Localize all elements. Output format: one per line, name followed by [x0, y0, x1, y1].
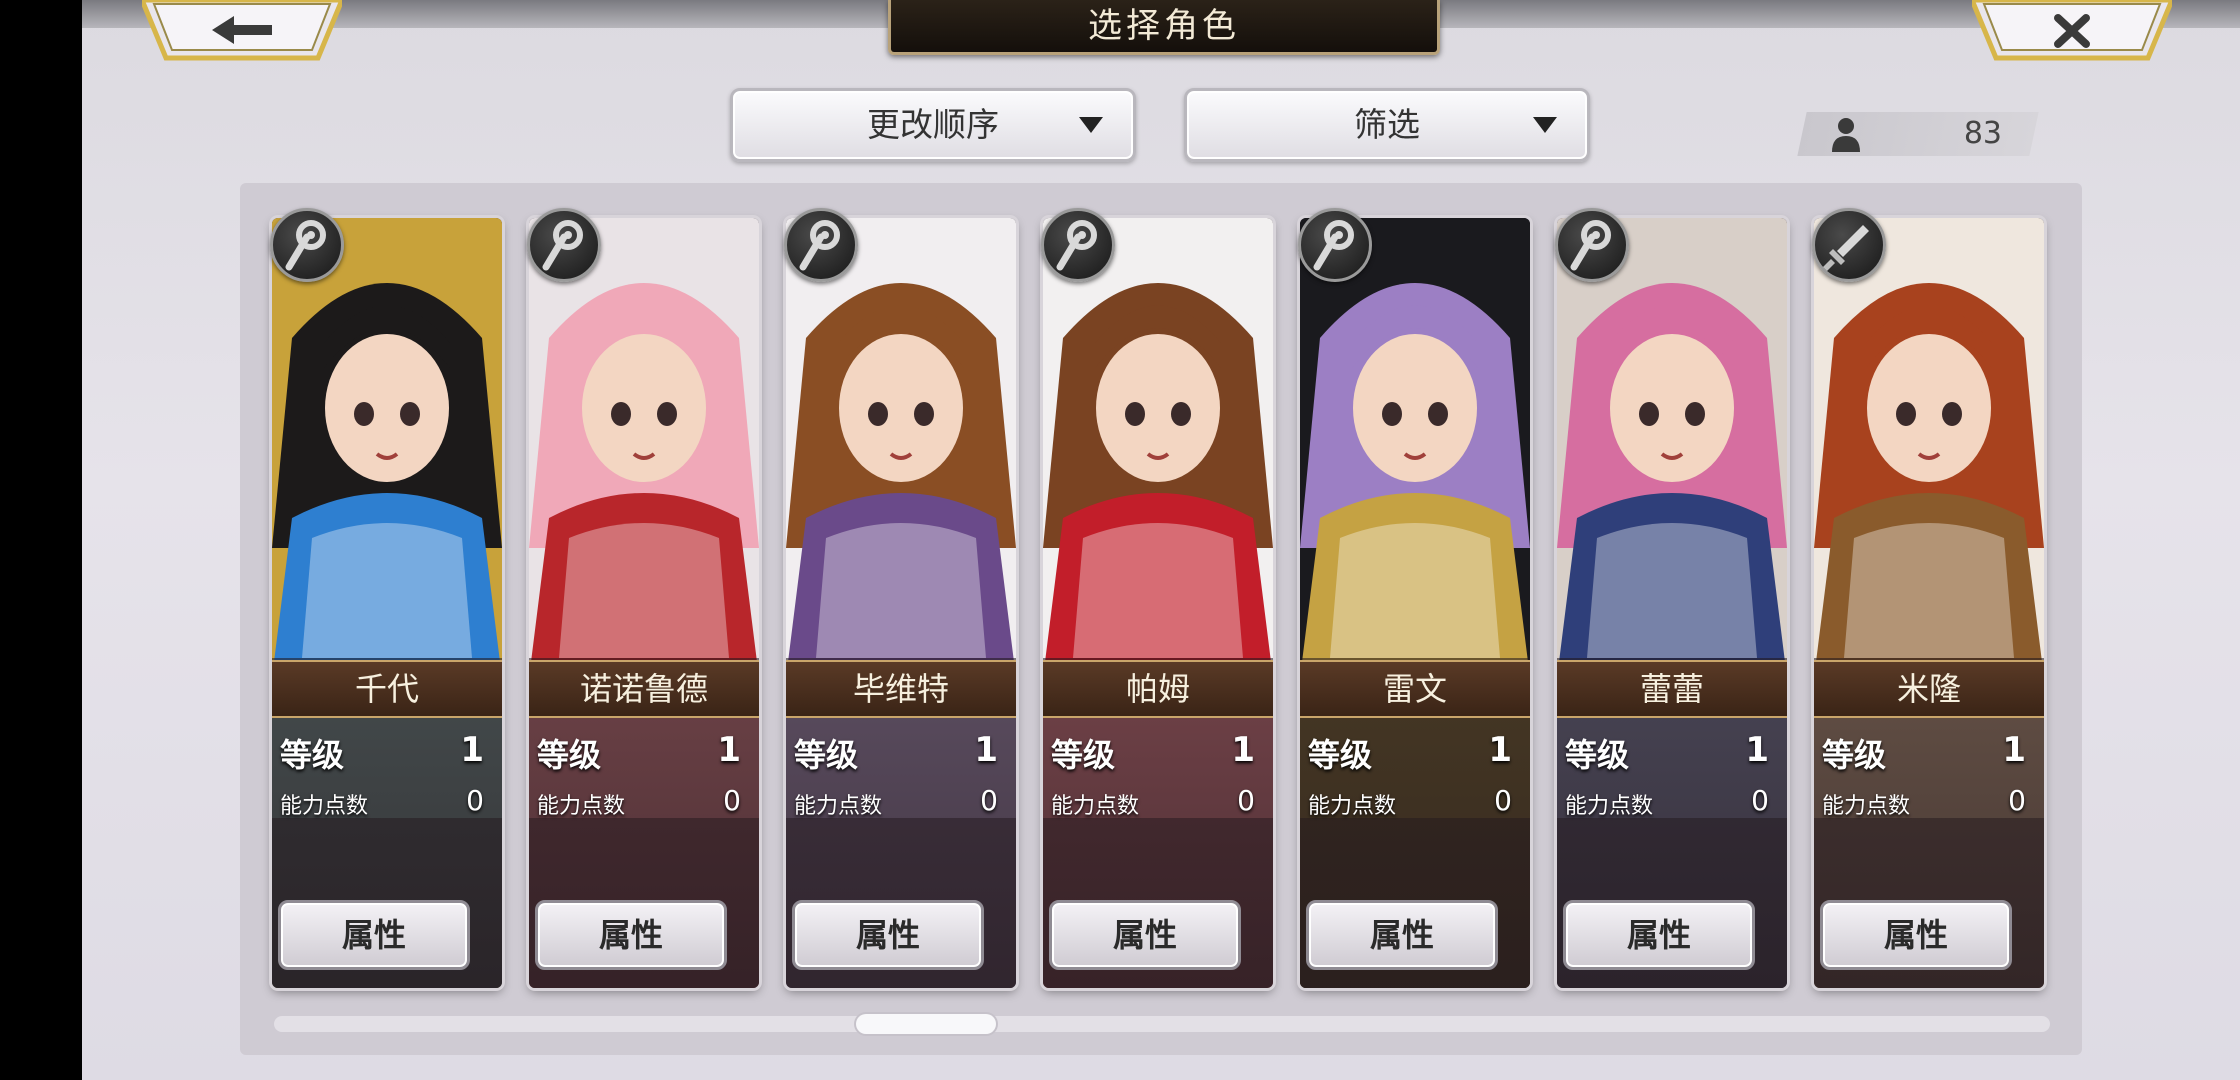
staff-icon	[1555, 208, 1629, 282]
game-screen: 选择角色 更改顺序 筛选 83 千代 等级 1 能力点数 0 属性 诺诺鲁德 等…	[82, 0, 2240, 1080]
ability-points-label: 能力点数	[1051, 794, 1140, 819]
ability-points-value: 0	[1751, 784, 1769, 817]
attributes-button[interactable]: 属性	[1049, 900, 1241, 970]
level-value: 1	[1488, 730, 1512, 770]
level-label: 等级	[1308, 736, 1373, 774]
character-card[interactable]: 米隆 等级 1 能力点数 0 属性	[1814, 218, 2044, 988]
attributes-button[interactable]: 属性	[535, 900, 727, 970]
roster-count: 83	[1963, 116, 2002, 151]
character-name: 蕾蕾	[1639, 670, 1704, 708]
page-title: 选择角色	[1088, 6, 1240, 46]
character-name: 千代	[354, 670, 419, 708]
character-name-bar: 毕维特	[786, 660, 1016, 718]
attributes-button[interactable]: 属性	[792, 900, 984, 970]
level-value: 1	[717, 730, 741, 770]
person-icon	[1832, 118, 1860, 152]
close-button[interactable]	[1972, 0, 2172, 66]
character-card[interactable]: 雷文 等级 1 能力点数 0 属性	[1300, 218, 1530, 988]
ability-points-label: 能力点数	[794, 794, 883, 819]
character-name-bar: 诺诺鲁德	[529, 660, 759, 718]
character-name: 毕维特	[852, 670, 949, 708]
character-name-bar: 蕾蕾	[1557, 660, 1787, 718]
sort-order-label: 更改顺序	[867, 105, 999, 144]
attributes-button-label: 属性	[598, 916, 663, 954]
character-card[interactable]: 毕维特 等级 1 能力点数 0 属性	[786, 218, 1016, 988]
level-value: 1	[2002, 730, 2026, 770]
ability-points-label: 能力点数	[1308, 794, 1397, 819]
ability-points-label: 能力点数	[1565, 794, 1654, 819]
attributes-button-label: 属性	[1626, 916, 1691, 954]
staff-icon	[1041, 208, 1115, 282]
level-value: 1	[1745, 730, 1769, 770]
filter-dropdown[interactable]: 筛选	[1184, 88, 1590, 162]
ability-points-value: 0	[980, 784, 998, 817]
character-name: 雷文	[1382, 670, 1447, 708]
level-value: 1	[460, 730, 484, 770]
back-button[interactable]	[142, 0, 342, 66]
level-value: 1	[974, 730, 998, 770]
ability-points-label: 能力点数	[1822, 794, 1911, 819]
ability-points-value: 0	[723, 784, 741, 817]
staff-icon	[784, 208, 858, 282]
level-value: 1	[1231, 730, 1255, 770]
attributes-button[interactable]: 属性	[1563, 900, 1755, 970]
left-arrow-icon	[142, 0, 342, 61]
attributes-button[interactable]: 属性	[1820, 900, 2012, 970]
ability-points-label: 能力点数	[537, 794, 626, 819]
character-name-bar: 米隆	[1814, 660, 2044, 718]
sort-order-dropdown[interactable]: 更改顺序	[730, 88, 1136, 162]
ability-points-value: 0	[1494, 784, 1512, 817]
ability-points-label: 能力点数	[280, 794, 369, 819]
attributes-button-label: 属性	[855, 916, 920, 954]
ability-points-value: 0	[466, 784, 484, 817]
staff-icon	[270, 208, 344, 282]
level-label: 等级	[1822, 736, 1887, 774]
character-name: 米隆	[1896, 670, 1961, 708]
ability-points-value: 0	[2008, 784, 2026, 817]
character-name-bar: 帕姆	[1043, 660, 1273, 718]
staff-icon	[527, 208, 601, 282]
character-card[interactable]: 帕姆 等级 1 能力点数 0 属性	[1043, 218, 1273, 988]
attributes-button[interactable]: 属性	[278, 900, 470, 970]
character-card[interactable]: 千代 等级 1 能力点数 0 属性	[272, 218, 502, 988]
character-name-bar: 千代	[272, 660, 502, 718]
filter-label: 筛选	[1354, 105, 1420, 144]
character-card[interactable]: 诺诺鲁德 等级 1 能力点数 0 属性	[529, 218, 759, 988]
level-label: 等级	[537, 736, 602, 774]
ability-points-value: 0	[1237, 784, 1255, 817]
attributes-button-label: 属性	[1369, 916, 1434, 954]
close-x-icon	[1972, 0, 2172, 61]
attributes-button-label: 属性	[1883, 916, 1948, 954]
sword-icon	[1812, 208, 1886, 282]
horizontal-scrollbar[interactable]	[274, 1016, 2050, 1032]
title-plate: 选择角色	[888, 0, 1440, 55]
attributes-button[interactable]: 属性	[1306, 900, 1498, 970]
staff-icon	[1298, 208, 1372, 282]
level-label: 等级	[1565, 736, 1630, 774]
character-card[interactable]: 蕾蕾 等级 1 能力点数 0 属性	[1557, 218, 1787, 988]
level-label: 等级	[280, 736, 345, 774]
attributes-button-label: 属性	[1112, 916, 1177, 954]
character-name-bar: 雷文	[1300, 660, 1530, 718]
chevron-down-icon	[1533, 117, 1557, 133]
chevron-down-icon	[1079, 117, 1103, 133]
attributes-button-label: 属性	[341, 916, 406, 954]
character-name: 帕姆	[1125, 670, 1190, 708]
level-label: 等级	[794, 736, 859, 774]
scrollbar-thumb[interactable]	[856, 1014, 996, 1034]
character-name: 诺诺鲁德	[579, 670, 708, 708]
level-label: 等级	[1051, 736, 1116, 774]
